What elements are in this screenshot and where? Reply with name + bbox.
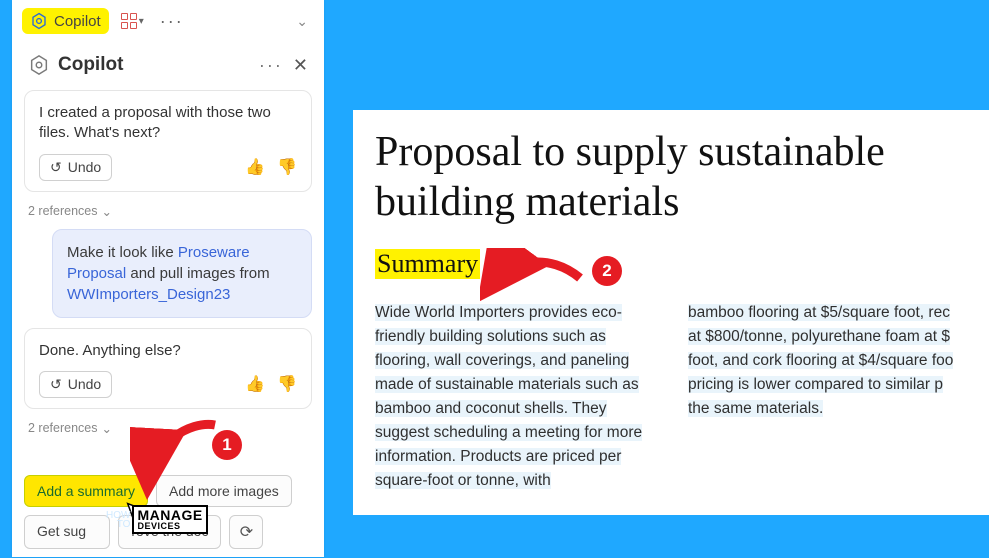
document-preview: Proposal to supply sustainable building … — [353, 110, 989, 515]
chevron-down-icon: ⌄ — [101, 204, 111, 219]
panel-toolbar: Copilot ▾ ··· ⌄ — [12, 0, 324, 44]
assistant-actions: ↺ Undo 👍 👎 — [39, 371, 297, 398]
thumbs-up-button[interactable]: 👍 — [245, 374, 265, 394]
suggestion-get[interactable]: Get sug — [24, 515, 110, 549]
col2-text: bamboo flooring at $5/square foot, rec a… — [688, 304, 953, 417]
assistant-text: I created a proposal with those two file… — [39, 103, 297, 144]
assistant-message-2: Done. Anything else? ↺ Undo 👍 👎 — [24, 328, 312, 409]
watermark-howto: HOW TO — [106, 511, 132, 529]
references-label: 2 references — [28, 204, 97, 218]
collapse-chevron[interactable]: ⌄ — [290, 11, 314, 32]
grid-icon — [121, 13, 137, 29]
thumbs-down-button[interactable]: 👎 — [277, 157, 297, 177]
copilot-icon — [30, 12, 48, 30]
references-toggle-1[interactable]: 2 references ⌄ — [24, 204, 312, 219]
thumbs-down-button[interactable]: 👎 — [277, 374, 297, 394]
refresh-icon: ⟳ — [240, 522, 253, 542]
watermark: HOW TO MANAGE DEVICES — [106, 505, 208, 534]
copilot-icon — [28, 54, 50, 76]
panel-title: Copilot — [58, 54, 123, 76]
references-label: 2 references — [28, 421, 97, 435]
document-column-1: Wide World Importers provides eco-friend… — [375, 301, 654, 493]
view-grid-button[interactable]: ▾ — [115, 9, 150, 33]
user-text-mid: and pull images from — [126, 265, 269, 282]
annotation-badge-2: 2 — [592, 256, 622, 286]
user-text-prefix: Make it look like — [67, 244, 178, 261]
document-column-2: bamboo flooring at $5/square foot, rec a… — [688, 301, 967, 493]
watermark-manage-devices: MANAGE DEVICES — [132, 505, 207, 534]
thumbs-up-button[interactable]: 👍 — [245, 157, 265, 177]
link-wwimporters[interactable]: WWImporters_Design23 — [67, 286, 230, 303]
assistant-message-1: I created a proposal with those two file… — [24, 90, 312, 192]
assistant-actions: ↺ Undo 👍 👎 — [39, 154, 297, 181]
undo-button[interactable]: ↺ Undo — [39, 371, 112, 398]
refresh-suggestions-button[interactable]: ⟳ — [229, 515, 263, 549]
chevron-down-icon: ⌄ — [101, 421, 111, 436]
annotation-arrow-2 — [480, 248, 590, 308]
panel-header: Copilot ··· ✕ — [24, 44, 312, 80]
document-title: Proposal to supply sustainable building … — [375, 128, 967, 227]
undo-icon: ↺ — [50, 376, 62, 393]
copilot-tab[interactable]: Copilot — [22, 8, 109, 34]
col1-text: Wide World Importers provides eco-friend… — [375, 304, 642, 489]
document-columns: Wide World Importers provides eco-friend… — [375, 301, 967, 493]
chevron-down-icon: ▾ — [139, 16, 144, 27]
panel-more-button[interactable]: ··· — [259, 55, 283, 76]
assistant-text: Done. Anything else? — [39, 341, 297, 361]
more-menu-button[interactable]: ··· — [156, 11, 188, 32]
undo-icon: ↺ — [50, 159, 62, 176]
annotation-badge-1: 1 — [212, 430, 242, 460]
undo-label: Undo — [68, 159, 101, 175]
undo-label: Undo — [68, 376, 101, 392]
copilot-tab-label: Copilot — [54, 13, 101, 30]
panel-close-button[interactable]: ✕ — [293, 55, 308, 76]
user-message: Make it look like Proseware Proposal and… — [52, 229, 312, 318]
summary-heading: Summary — [375, 249, 480, 279]
undo-button[interactable]: ↺ Undo — [39, 154, 112, 181]
